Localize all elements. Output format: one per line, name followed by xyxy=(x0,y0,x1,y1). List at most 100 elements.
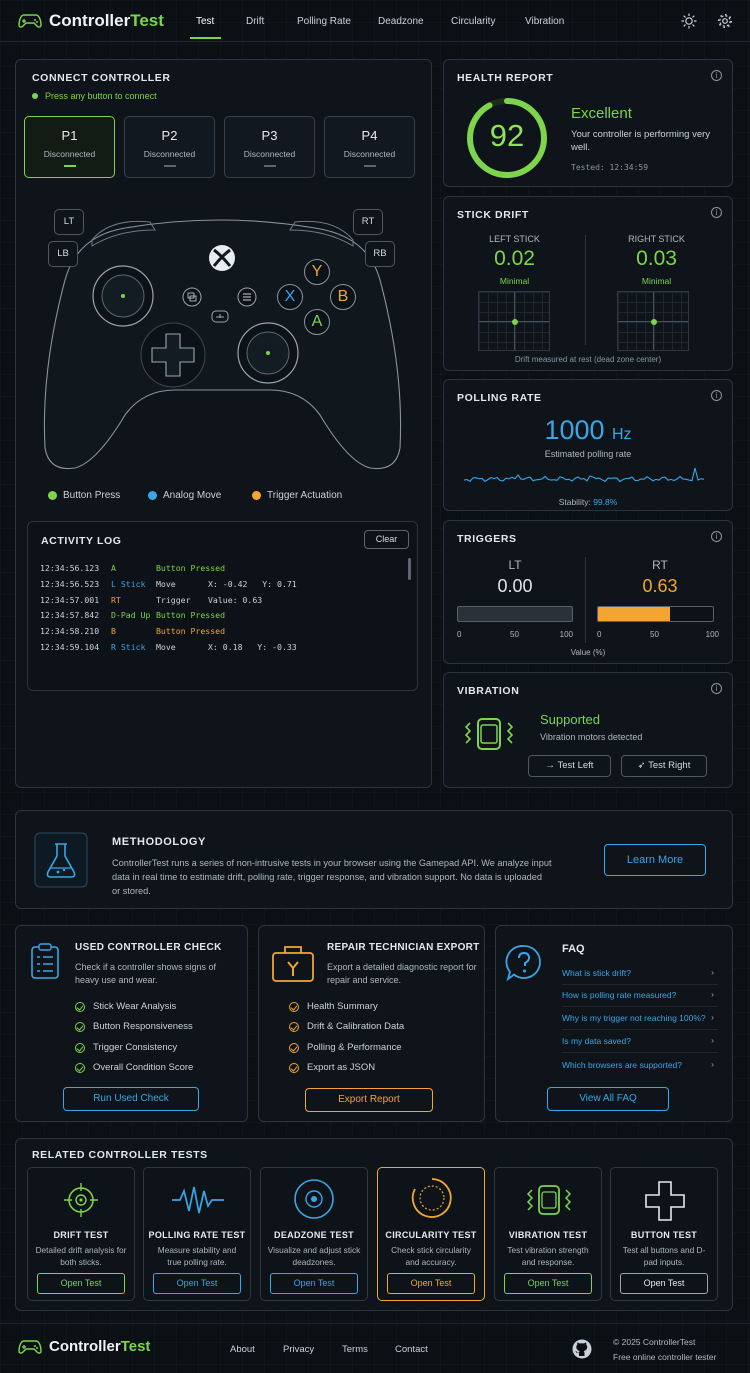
a-button[interactable]: A xyxy=(304,309,330,335)
github-icon[interactable] xyxy=(572,1339,592,1359)
stability-value: 99.8% xyxy=(593,497,618,507)
health-report-panel: HEALTH REPORT i 92 Excellent Your contro… xyxy=(443,59,733,187)
deadzone-test-open-button[interactable]: Open Test xyxy=(270,1273,358,1294)
drift-test-title: DRIFT TEST xyxy=(53,1230,109,1240)
circularity-test-desc: Check stick circularity and accuracy. xyxy=(391,1245,471,1267)
drift-test-card[interactable]: DRIFT TEST Detailed drift analysis for b… xyxy=(27,1167,135,1301)
vibration-info-icon[interactable]: i xyxy=(711,683,722,694)
log-event: Move xyxy=(156,642,176,652)
player-3-button[interactable]: P3 Disconnected xyxy=(224,116,315,178)
used-check-4: Overall Condition Score xyxy=(75,1062,193,1073)
repair-check-1: Health Summary xyxy=(289,1001,378,1012)
footer-brand-2: Test xyxy=(120,1338,151,1355)
used-item-label: Overall Condition Score xyxy=(93,1062,194,1073)
log-event: Move xyxy=(156,578,176,589)
health-info-icon[interactable]: i xyxy=(711,70,722,81)
nav-drift[interactable]: Drift xyxy=(246,16,264,27)
polling-rate-test-open-button[interactable]: Open Test xyxy=(153,1273,241,1294)
lt-value: 0.00 xyxy=(497,576,533,596)
nav-vibration[interactable]: Vibration xyxy=(525,16,564,27)
polling-info-icon[interactable]: i xyxy=(711,390,722,401)
brand-logo[interactable]: ControllerTest xyxy=(18,11,164,31)
footer-tagline: Free online controller tester xyxy=(613,1352,717,1362)
check-circle-icon xyxy=(289,1042,299,1053)
health-title: HEALTH REPORT xyxy=(457,72,554,84)
chevron-right-icon: › xyxy=(711,967,714,977)
drift-info-icon[interactable]: i xyxy=(711,207,722,218)
y-button[interactable]: Y xyxy=(304,259,330,285)
rt-label: RT xyxy=(652,558,668,572)
footer: ControllerTest About Privacy Terms Conta… xyxy=(0,1323,750,1373)
button-test-open-button[interactable]: Open Test xyxy=(620,1273,708,1294)
lt-button[interactable]: LT xyxy=(54,209,84,235)
log-input: L Stick xyxy=(111,578,146,589)
footer-copyright: © 2025 ControllerTest xyxy=(613,1337,696,1347)
nav-polling-rate[interactable]: Polling Rate xyxy=(297,16,351,27)
activity-log-title: ACTIVITY LOG xyxy=(41,535,122,547)
connect-hint: Press any button to connect xyxy=(32,91,157,101)
x-button[interactable]: X xyxy=(277,284,303,310)
legend-button-press: Button Press xyxy=(48,490,120,501)
chevron-right-icon: › xyxy=(711,1035,714,1045)
log-event: Trigger xyxy=(156,594,191,605)
faq-item-1[interactable]: What is stick drift? › xyxy=(562,967,718,985)
polling-rate-test-title: POLLING RATE TEST xyxy=(148,1230,246,1240)
player-1-button[interactable]: P1 Disconnected xyxy=(24,116,115,178)
faq-item-2[interactable]: How is polling rate measured? › xyxy=(562,989,718,1007)
run-used-check-button[interactable]: Run Used Check xyxy=(63,1087,199,1111)
vibration-test-open-button[interactable]: Open Test xyxy=(504,1273,592,1294)
send-icon: ➶ xyxy=(637,760,646,771)
drift-test-open-button[interactable]: Open Test xyxy=(37,1273,125,1294)
b-button[interactable]: B xyxy=(330,284,356,310)
theme-sun-icon[interactable] xyxy=(681,13,697,29)
learn-more-button[interactable]: Learn More xyxy=(604,844,706,876)
lb-button[interactable]: LB xyxy=(48,241,78,267)
export-report-button[interactable]: Export Report xyxy=(305,1088,433,1112)
left-stick-status: Minimal xyxy=(499,276,530,286)
toolbox-icon xyxy=(272,946,314,982)
activity-log-panel: ACTIVITY LOG Clear 12:34:56.123 A Button P… xyxy=(27,521,418,691)
faq-question: What is stick drift? xyxy=(562,968,631,978)
check-circle-icon xyxy=(75,1042,85,1053)
triggers-info-icon[interactable]: i xyxy=(711,531,722,542)
health-status: Excellent xyxy=(571,105,632,122)
rb-button[interactable]: RB xyxy=(365,241,395,267)
methodology-text: ControllerTest runs a series of non-intr… xyxy=(112,858,552,896)
button-test-card[interactable]: BUTTON TEST Test all buttons and D-pad i… xyxy=(610,1167,718,1301)
faq-item-5[interactable]: Which browsers are supported? › xyxy=(562,1059,718,1076)
log-time: 12:34:59.104 xyxy=(40,642,100,652)
faq-question: Why is my trigger not reaching 100%? xyxy=(562,1013,706,1023)
vibration-test-card[interactable]: VIBRATION TEST Test vibration strength a… xyxy=(494,1167,602,1301)
faq-item-3[interactable]: Why is my trigger not reaching 100%? › xyxy=(562,1012,718,1030)
nav-circularity[interactable]: Circularity xyxy=(451,16,495,27)
player-2-button[interactable]: P2 Disconnected xyxy=(124,116,215,178)
player-4-button[interactable]: P4 Disconnected xyxy=(324,116,415,178)
crosshair-icon xyxy=(64,1183,98,1217)
footer-terms-link[interactable]: Terms xyxy=(342,1344,368,1355)
footer-logo[interactable]: ControllerTest xyxy=(18,1338,150,1355)
log-scrollbar[interactable] xyxy=(408,558,411,580)
rt-button[interactable]: RT xyxy=(353,209,383,235)
nav-test[interactable]: Test xyxy=(196,16,214,27)
test-right-button[interactable]: ➶ Test Right xyxy=(621,755,707,777)
deadzone-test-card[interactable]: DEADZONE TEST Visualize and adjust stick… xyxy=(260,1167,368,1301)
right-stick-dot xyxy=(266,351,270,355)
circularity-test-open-button[interactable]: Open Test xyxy=(387,1273,475,1294)
clipboard-icon xyxy=(31,943,59,979)
faq-item-4[interactable]: Is my data saved? › xyxy=(562,1035,718,1053)
clear-log-button[interactable]: Clear xyxy=(364,530,409,549)
polling-unit: Hz xyxy=(611,426,632,443)
log-input: B xyxy=(111,626,116,637)
footer-contact-link[interactable]: Contact xyxy=(395,1344,428,1355)
settings-gear-icon[interactable] xyxy=(717,13,733,29)
nav-deadzone[interactable]: Deadzone xyxy=(378,16,424,27)
log-input: RT xyxy=(111,594,121,605)
view-all-faq-button[interactable]: View All FAQ xyxy=(547,1087,669,1111)
polling-rate-test-card[interactable]: POLLING RATE TEST Measure stability and … xyxy=(143,1167,251,1301)
footer-privacy-link[interactable]: Privacy xyxy=(283,1344,314,1355)
test-left-button[interactable]: → Test Left xyxy=(528,755,611,777)
circularity-test-card[interactable]: CIRCULARITY TEST Check stick circularity… xyxy=(377,1167,485,1301)
log-value: X: -0.42 Y: 0.71 xyxy=(208,578,297,589)
rt-tick-0: 0 xyxy=(597,630,602,639)
footer-about-link[interactable]: About xyxy=(230,1344,255,1355)
